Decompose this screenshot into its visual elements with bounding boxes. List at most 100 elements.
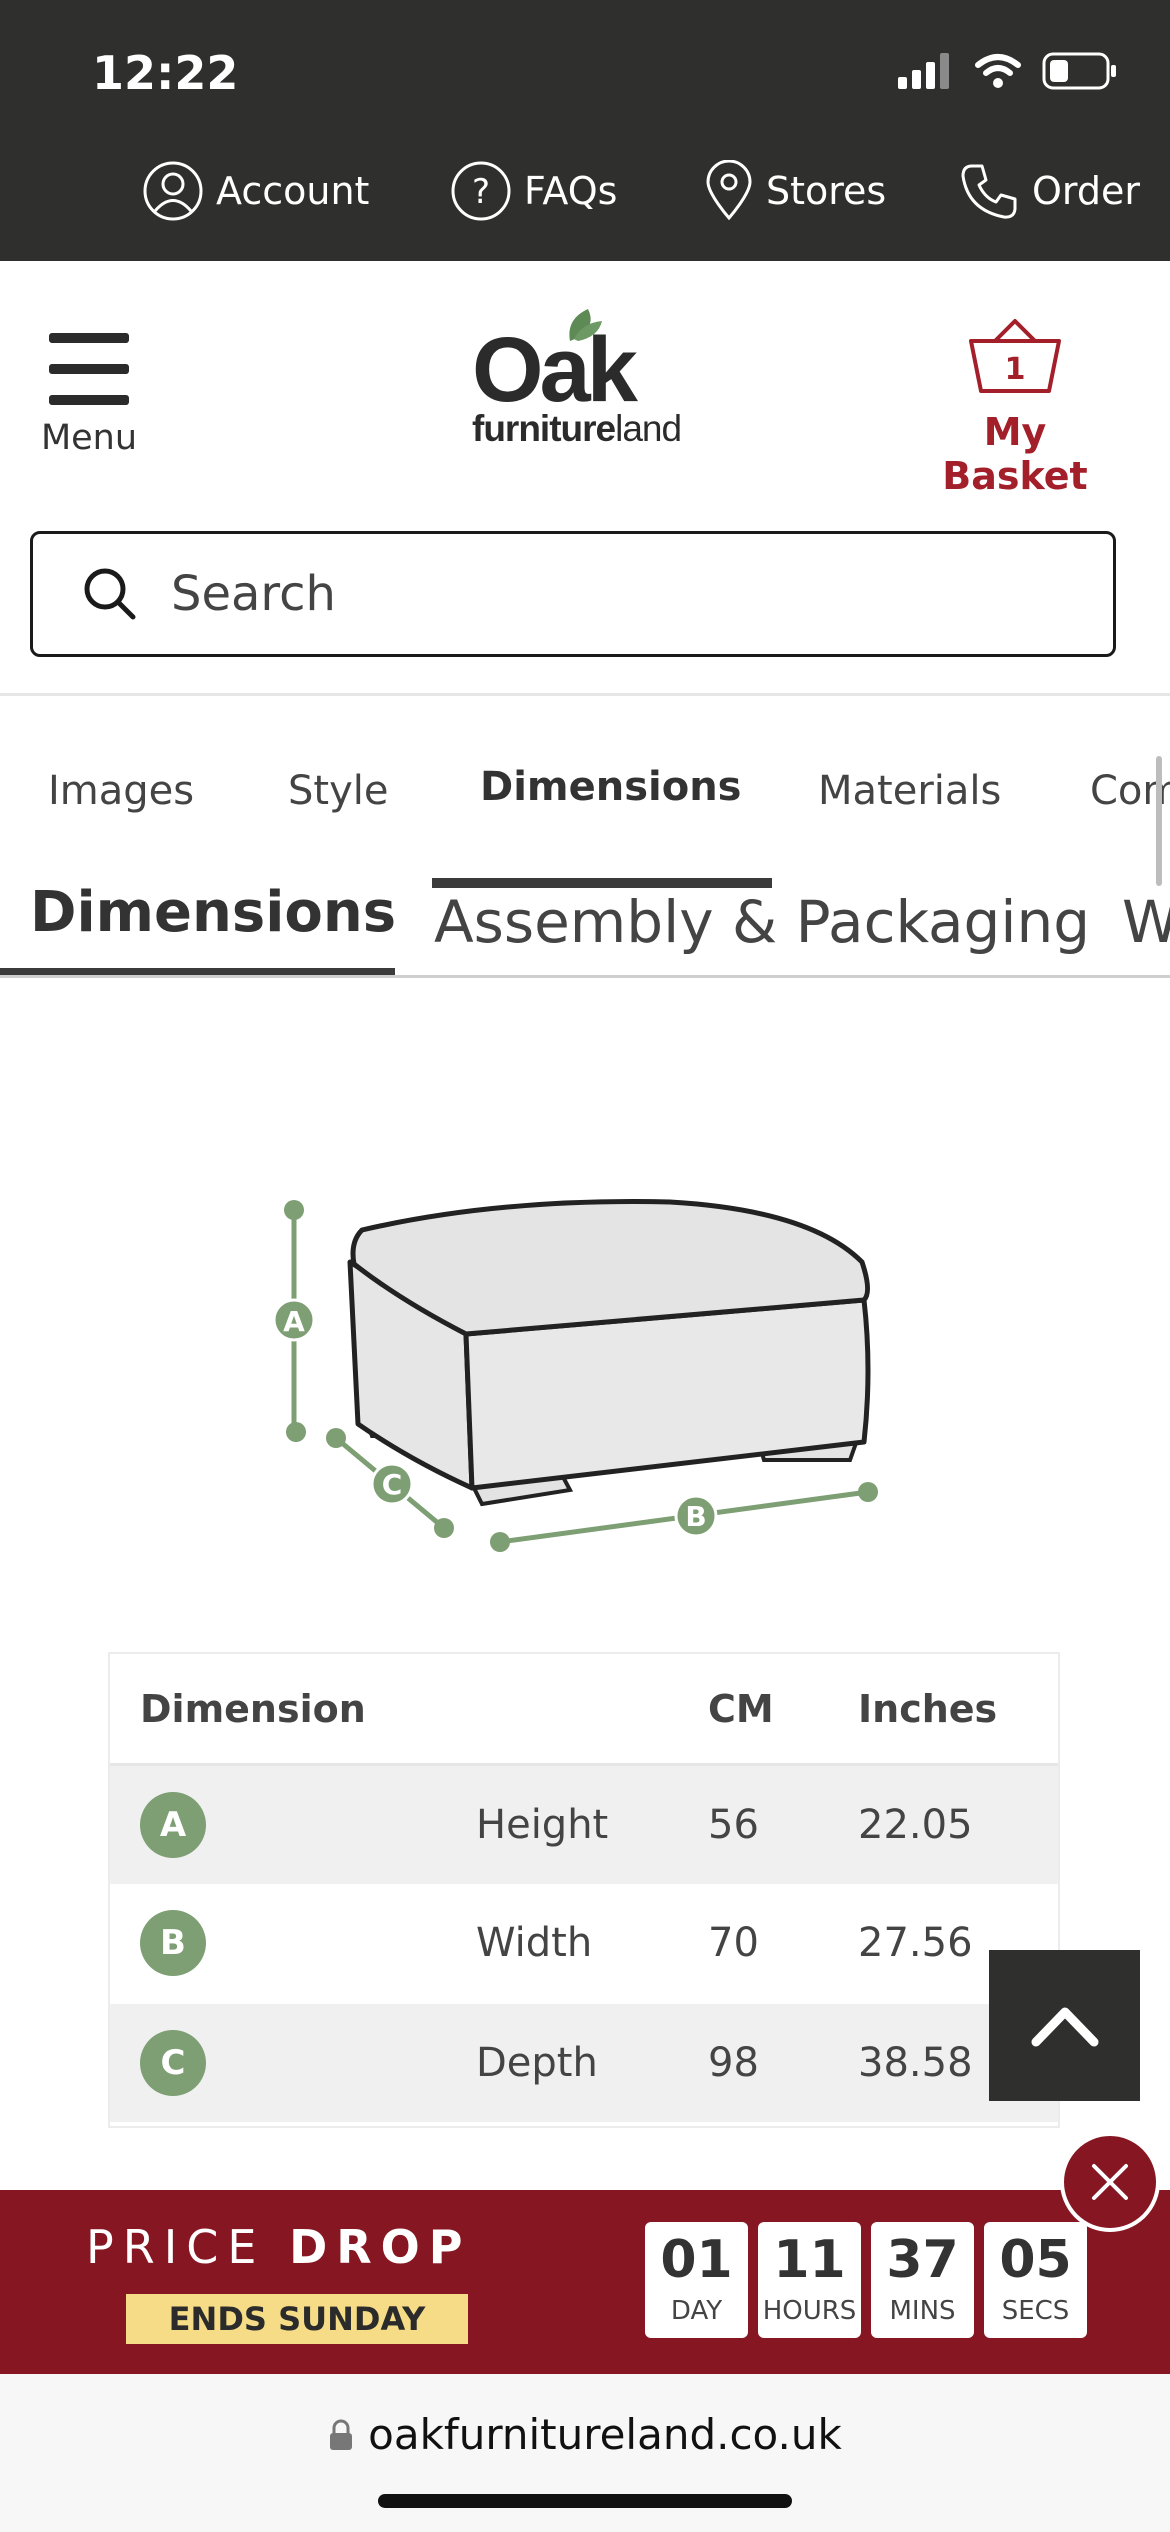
header-dimension: Dimension	[140, 1686, 366, 1731]
account-label: Account	[216, 169, 370, 213]
status-time: 12:22	[92, 46, 239, 100]
search-input[interactable]	[171, 566, 971, 622]
faqs-label: FAQs	[524, 169, 618, 213]
location-pin-icon	[706, 160, 752, 221]
subtab-dimensions[interactable]: Dimensions	[30, 888, 396, 945]
dimension-inches: 27.56	[858, 1920, 973, 1966]
site-logo[interactable]: Oak furnitureland	[470, 301, 720, 451]
tab-style[interactable]: Style	[288, 768, 388, 814]
countdown-secs: 05 SECS	[984, 2222, 1087, 2338]
dimension-subtabs: Dimensions Assembly & Packaging W	[0, 888, 1170, 978]
site-header: Menu Oak furnitureland 1 My Basket	[0, 261, 1170, 696]
diagram-label-b: B	[685, 1500, 706, 1533]
stores-label: Stores	[766, 169, 887, 213]
url-display[interactable]: oakfurnitureland.co.uk	[0, 2410, 1170, 2459]
search-icon	[84, 568, 136, 620]
signal-icon	[898, 53, 949, 89]
menu-label: Menu	[40, 418, 138, 458]
user-icon	[143, 161, 203, 221]
faqs-link[interactable]: ? FAQs	[450, 160, 617, 222]
back-to-top-button[interactable]	[989, 1950, 1140, 2101]
oak-logo: Oak furnitureland	[472, 309, 682, 449]
logo-sub-bold: furniture	[472, 408, 616, 449]
scroll-indicator	[1156, 756, 1162, 886]
table-header-row: Dimension CM Inches	[110, 1654, 1058, 1766]
promo-subtitle: ENDS SUNDAY	[126, 2294, 468, 2344]
logo-sub-light: land	[615, 408, 681, 449]
stores-link[interactable]: Stores	[704, 160, 886, 222]
dimension-badge: B	[140, 1910, 206, 1976]
countdown-unit: HOURS	[762, 2296, 857, 2326]
active-subtab-underline	[0, 968, 395, 975]
table-row: C Depth 98 38.58	[110, 2004, 1058, 2122]
active-tab-underline	[432, 878, 772, 888]
status-icons	[898, 52, 1118, 90]
countdown-unit: DAY	[670, 2296, 723, 2326]
url-text: oakfurnitureland.co.uk	[368, 2410, 842, 2459]
dimensions-table: Dimension CM Inches A Height 56 22.05 B …	[108, 1652, 1060, 2128]
tab-images[interactable]: Images	[48, 768, 194, 814]
countdown-mins: 37 MINS	[871, 2222, 974, 2338]
tab-materials[interactable]: Materials	[818, 768, 1001, 814]
dimension-inches: 38.58	[858, 2040, 973, 2086]
countdown-unit: MINS	[889, 2296, 956, 2326]
countdown-value: 11	[773, 2230, 846, 2290]
tab-dimensions[interactable]: Dimensions	[480, 764, 741, 810]
basket-button[interactable]: 1 My Basket	[910, 317, 1120, 498]
dimension-name: Height	[476, 1802, 609, 1848]
search-bar[interactable]	[30, 531, 1116, 657]
dimension-name: Depth	[476, 2040, 598, 2086]
price-drop-banner[interactable]: PRICE DROP ENDS SUNDAY 01 DAY 11 HOURS 3…	[0, 2190, 1170, 2374]
dimension-diagram: A C B	[272, 1199, 878, 1552]
menu-button[interactable]: Menu	[34, 333, 144, 458]
dimension-badge: A	[140, 1792, 206, 1858]
promo-title-light: PRICE	[86, 2220, 266, 2274]
phone-icon	[961, 164, 1017, 219]
utility-nav: Account ? FAQs Stores Order	[0, 160, 1170, 240]
question-icon: ?	[451, 161, 511, 221]
lock-icon	[330, 2419, 353, 2450]
battery-icon	[1042, 52, 1116, 90]
product-section-tabs: Images Style Dimensions Materials Com	[0, 696, 1170, 888]
countdown-days: 01 DAY	[645, 2222, 748, 2338]
chevron-up-icon	[1031, 2007, 1098, 2046]
basket-icon: 1	[969, 319, 1061, 393]
table-row: A Height 56 22.05	[110, 1766, 1058, 1884]
browser-url-bar[interactable]: oakfurnitureland.co.uk	[0, 2374, 1170, 2532]
dimension-name: Width	[476, 1920, 593, 1966]
promo-title: PRICE DROP	[86, 2220, 472, 2274]
table-row: B Width 70 27.56	[110, 1884, 1058, 2002]
dimension-inches: 22.05	[858, 1802, 973, 1848]
diagram-label-a: A	[283, 1305, 305, 1338]
basket-label: My Basket	[942, 410, 1088, 498]
close-banner-button[interactable]	[1060, 2132, 1160, 2232]
dimension-cm: 98	[708, 2040, 759, 2086]
svg-text:furnitureland: furnitureland	[472, 408, 681, 449]
countdown-timer: 01 DAY 11 HOURS 37 MINS 05 SECS	[645, 2222, 1087, 2338]
countdown-unit: SECS	[1001, 2296, 1070, 2326]
order-link[interactable]: Order	[958, 160, 1140, 222]
dimension-cm: 70	[708, 1920, 759, 1966]
subtab-more[interactable]: W	[1122, 888, 1170, 956]
basket-count: 1	[1005, 352, 1026, 387]
countdown-hours: 11 HOURS	[758, 2222, 861, 2338]
header-inches: Inches	[858, 1686, 998, 1731]
countdown-value: 37	[886, 2230, 959, 2290]
logo-main-text: Oak	[472, 319, 639, 421]
wifi-icon	[975, 54, 1021, 88]
dimension-badge: C	[140, 2030, 206, 2096]
diagram-label-c: C	[382, 1468, 403, 1501]
countdown-value: 01	[660, 2230, 733, 2290]
top-bar: 12:22 Account ? FAQs Stores Order	[0, 0, 1170, 261]
close-icon	[1092, 2164, 1128, 2200]
svg-text:?: ?	[472, 172, 490, 212]
subtab-assembly-packaging[interactable]: Assembly & Packaging	[434, 888, 1090, 956]
order-label: Order	[1032, 169, 1140, 213]
home-indicator	[378, 2494, 792, 2508]
hamburger-icon	[49, 333, 129, 405]
countdown-value: 05	[999, 2230, 1072, 2290]
dimension-cm: 56	[708, 1802, 759, 1848]
account-link[interactable]: Account	[142, 160, 369, 222]
header-cm: CM	[708, 1686, 774, 1731]
promo-title-bold: DROP	[289, 2220, 472, 2274]
